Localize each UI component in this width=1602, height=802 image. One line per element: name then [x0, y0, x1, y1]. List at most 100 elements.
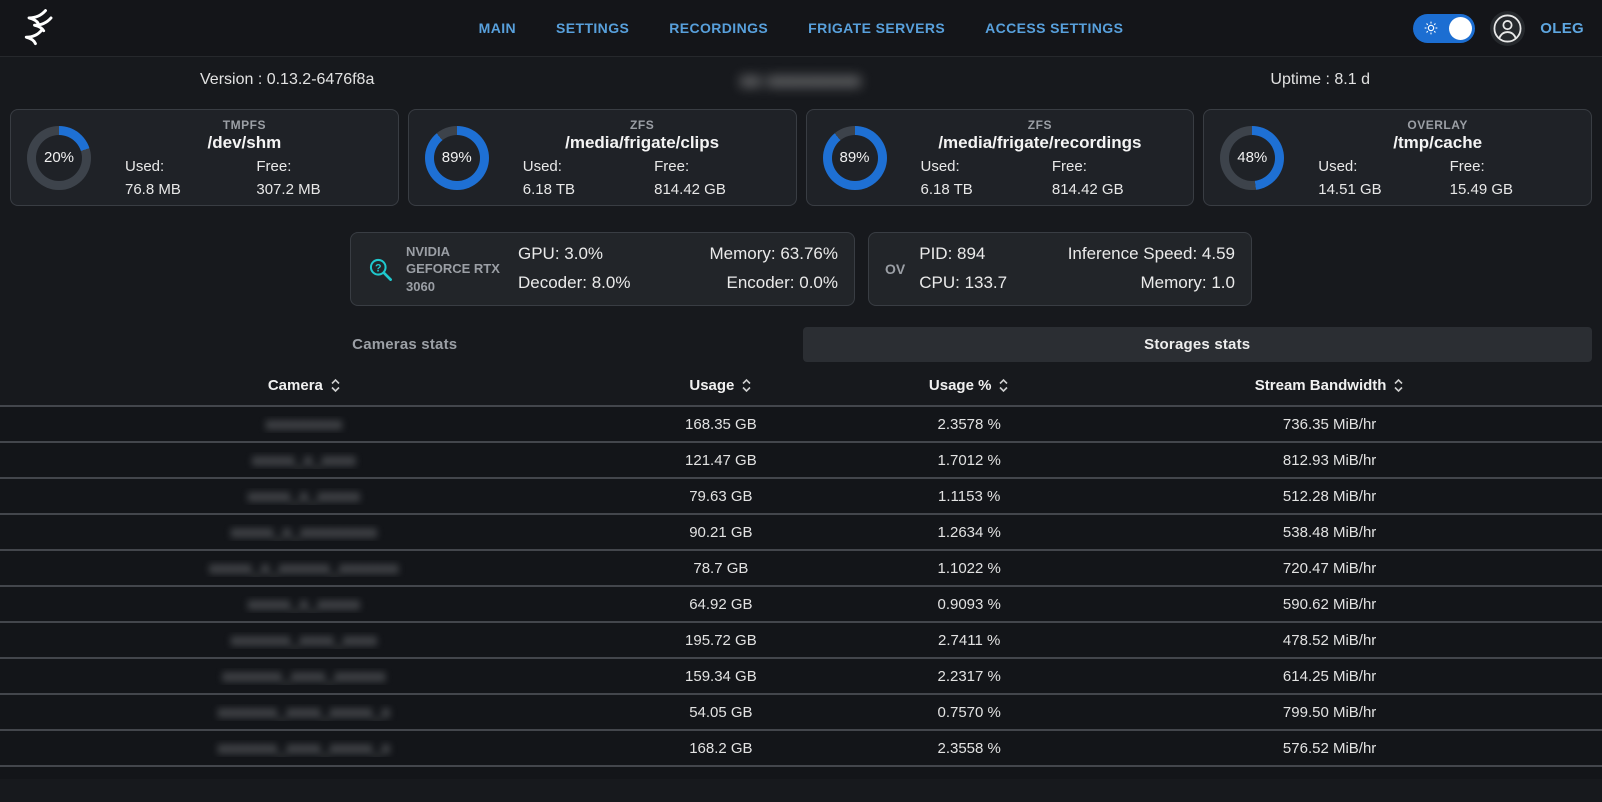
usage-cell: 54.05 GB	[609, 704, 833, 721]
detector-pid: PID: 894	[919, 240, 1007, 269]
storage-usage-donut: 20%	[27, 126, 91, 190]
tab-cameras-stats[interactable]: Cameras stats	[10, 327, 800, 362]
used-value: 6.18 TB	[921, 181, 1052, 198]
camera-name-cell: xxxxx_x_xxxxxxxxx	[0, 524, 609, 541]
table-row: xxxxx_x_xxxxxx_xxxxxxx78.7 GB1.1022 %720…	[0, 549, 1602, 585]
free-label: Free:	[256, 158, 387, 175]
column-header-usage[interactable]: Usage	[609, 377, 833, 394]
filesystem-type: ZFS	[499, 118, 786, 132]
nav-item-recordings[interactable]: RECORDINGS	[669, 20, 768, 36]
used-label: Used:	[1318, 158, 1449, 175]
nav-item-frigate-servers[interactable]: FRIGATE SERVERS	[808, 20, 945, 36]
usage-pct-cell: 0.9093 %	[833, 596, 1105, 613]
column-label: Usage %	[929, 377, 992, 394]
usage-pct-cell: 2.3578 %	[833, 416, 1105, 433]
camera-name-cell: xxxxx_x_xxxxxx_xxxxxxx	[0, 560, 609, 577]
storage-stats-table: Camera Usage Usage % St	[0, 366, 1602, 779]
camera-name-cell: xxxxxxx_xxxx_xxxxx_x	[0, 704, 609, 721]
table-row: xxxxxxx_xxxx_xxxxx_x54.05 GB0.7570 %799.…	[0, 693, 1602, 729]
bandwidth-cell: 614.25 MiB/hr	[1105, 668, 1554, 685]
bandwidth-cell: 538.48 MiB/hr	[1105, 524, 1554, 541]
used-value: 14.51 GB	[1318, 181, 1449, 198]
mount-path: /media/frigate/clips	[499, 133, 786, 153]
gpu-memory: Memory: 63.76%	[710, 240, 839, 269]
filesystem-type: OVERLAY	[1294, 118, 1581, 132]
usage-cell: 90.21 GB	[609, 524, 833, 541]
mount-path: /media/frigate/recordings	[897, 133, 1184, 153]
table-row: xxxxxxx_xxxx_xxxxx_x168.2 GB2.3558 %576.…	[0, 729, 1602, 765]
gpu-encoder: Encoder: 0.0%	[710, 269, 839, 298]
usage-cell: 64.92 GB	[609, 596, 833, 613]
storage-usage-donut: 89%	[823, 126, 887, 190]
stats-tabs: Cameras stats Storages stats	[10, 327, 1592, 362]
gpu-usage: GPU: 3.0%	[518, 240, 630, 269]
username[interactable]: OLEG	[1540, 20, 1584, 37]
table-end-divider	[0, 765, 1602, 779]
usage-pct-cell: 1.7012 %	[833, 452, 1105, 469]
storage-usage-percent: 89%	[823, 126, 887, 190]
filesystem-type: TMPFS	[101, 118, 388, 132]
camera-name-blurred: xxxxxxx_xxxx_xxxxx_x	[218, 740, 391, 757]
usage-cell: 79.63 GB	[609, 488, 833, 505]
column-header-camera[interactable]: Camera	[0, 377, 609, 394]
camera-name-cell: xxxxx_x_xxxxx	[0, 488, 609, 505]
tab-storages-stats[interactable]: Storages stats	[803, 327, 1593, 362]
camera-name-blurred: xxxxxxx_xxxx_xxxxx_x	[218, 704, 391, 721]
nav-links: MAIN SETTINGS RECORDINGS FRIGATE SERVERS…	[0, 20, 1602, 36]
usage-pct-cell: 1.1153 %	[833, 488, 1105, 505]
detector-card: OV PID: 894 CPU: 133.7 Inference Speed: …	[868, 232, 1252, 306]
server-name-text: xx xxxxxxxxx	[741, 71, 862, 90]
user-avatar-icon[interactable]	[1490, 11, 1525, 46]
used-label: Used:	[523, 158, 654, 175]
filesystem-type: ZFS	[897, 118, 1184, 132]
bandwidth-cell: 799.50 MiB/hr	[1105, 704, 1554, 721]
storage-usage-percent: 20%	[27, 126, 91, 190]
svg-text:?: ?	[375, 262, 382, 274]
nav-item-main[interactable]: MAIN	[479, 20, 516, 36]
detector-cpu: CPU: 133.7	[919, 269, 1007, 298]
usage-cell: 121.47 GB	[609, 452, 833, 469]
used-label: Used:	[921, 158, 1052, 175]
usage-cell: 168.35 GB	[609, 416, 833, 433]
table-row: xxxxx_x_xxxxxxxxx90.21 GB1.2634 %538.48 …	[0, 513, 1602, 549]
frigate-logo-icon[interactable]	[18, 5, 64, 51]
camera-name-cell: xxxxxxx_xxxx_xxxxx_x	[0, 740, 609, 757]
detector-label: OV	[885, 261, 905, 277]
gpu-detector-row: ? NVIDIA GEFORCE RTX 3060 GPU: 3.0% Deco…	[0, 232, 1602, 306]
camera-name-cell: xxxxx_x_xxxx	[0, 452, 609, 469]
detector-inference-speed: Inference Speed: 4.59	[1068, 240, 1235, 269]
theme-toggle[interactable]	[1413, 14, 1475, 43]
camera-name-blurred: xxxxx_x_xxxxxx_xxxxxxx	[210, 560, 400, 577]
camera-name-cell: xxxxxxxxx	[0, 416, 609, 433]
storage-card-recordings: 89% ZFS /media/frigate/recordings Used: …	[806, 109, 1195, 206]
bandwidth-cell: 812.93 MiB/hr	[1105, 452, 1554, 469]
column-header-usage-pct[interactable]: Usage %	[833, 377, 1105, 394]
storage-usage-percent: 89%	[425, 126, 489, 190]
usage-cell: 195.72 GB	[609, 632, 833, 649]
column-header-stream-bandwidth[interactable]: Stream Bandwidth	[1105, 377, 1554, 394]
usage-cell: 159.34 GB	[609, 668, 833, 685]
gpu-card: ? NVIDIA GEFORCE RTX 3060 GPU: 3.0% Deco…	[350, 232, 855, 306]
table-row: xxxxxxx_xxxx_xxxxxx 159.34 GB2.2317 %614.…	[0, 657, 1602, 693]
table-row: xxxxx_x_xxxx121.47 GB1.7012 %812.93 MiB/…	[0, 441, 1602, 477]
storage-card-clips: 89% ZFS /media/frigate/clips Used: Free:…	[408, 109, 797, 206]
camera-name-blurred: xxxxxxx_xxxx_xxxxxx	[223, 668, 386, 685]
gpu-decoder: Decoder: 8.0%	[518, 269, 630, 298]
storage-usage-percent: 48%	[1220, 126, 1284, 190]
sort-icon	[1393, 378, 1404, 393]
camera-name-blurred: xxxxxxx_xxxx_xxxx	[231, 632, 377, 649]
table-header: Camera Usage Usage % St	[0, 366, 1602, 405]
free-value: 814.42 GB	[654, 181, 785, 198]
usage-pct-cell: 1.1022 %	[833, 560, 1105, 577]
nav-item-access-settings[interactable]: ACCESS SETTINGS	[985, 20, 1123, 36]
nav-item-settings[interactable]: SETTINGS	[556, 20, 629, 36]
camera-name-cell: xxxxxxx_xxxx_xxxx	[0, 632, 609, 649]
camera-name-cell: xxxxxxx_xxxx_xxxxxx	[0, 668, 609, 685]
nav-right: OLEG	[1413, 11, 1584, 46]
bandwidth-cell: 736.35 MiB/hr	[1105, 416, 1554, 433]
search-question-icon: ?	[367, 256, 394, 283]
info-row: Version : 0.13.2-6476f8a xx xxxxxxxxx Up…	[0, 57, 1602, 107]
usage-pct-cell: 2.2317 %	[833, 668, 1105, 685]
bandwidth-cell: 590.62 MiB/hr	[1105, 596, 1554, 613]
bandwidth-cell: 512.28 MiB/hr	[1105, 488, 1554, 505]
